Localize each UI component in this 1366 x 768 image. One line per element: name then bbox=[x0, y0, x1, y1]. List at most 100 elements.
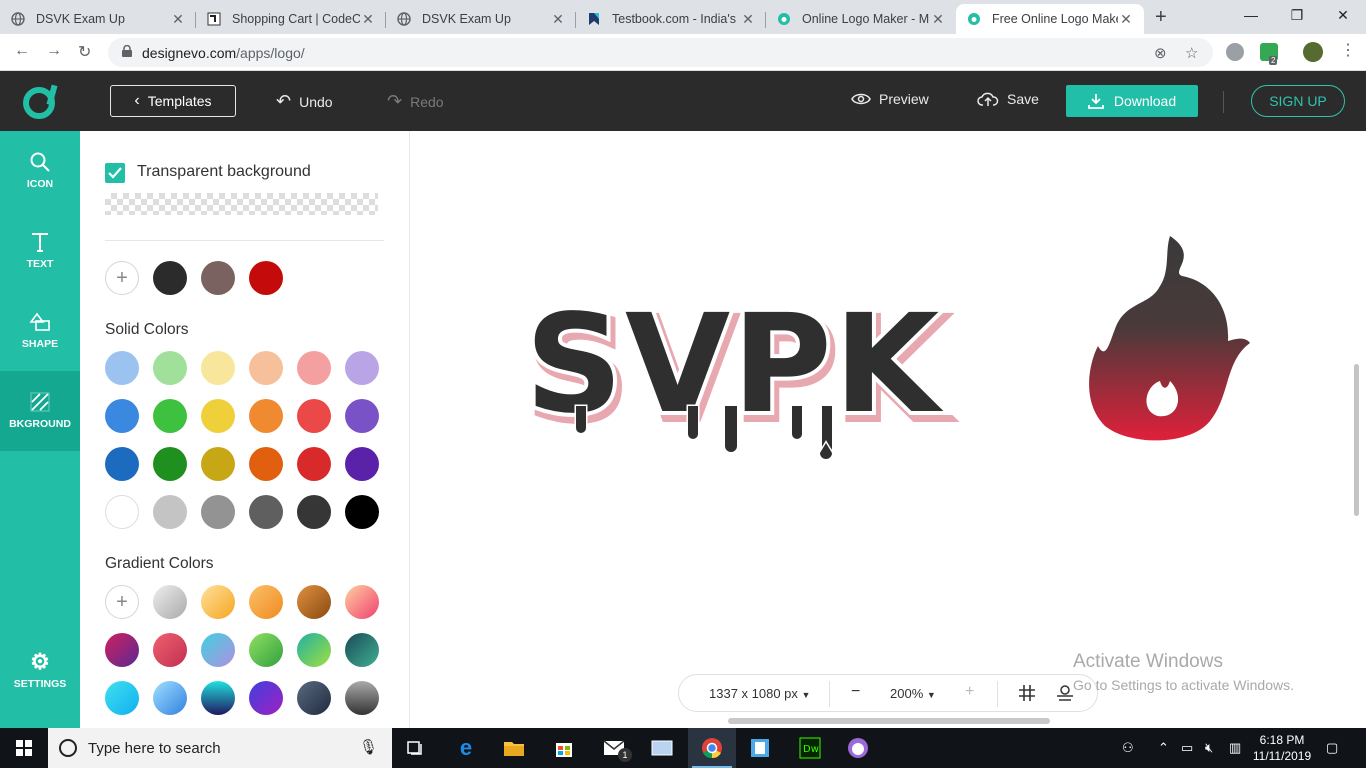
minimize-button[interactable]: — bbox=[1228, 0, 1274, 32]
solid-color-swatch[interactable] bbox=[297, 351, 331, 385]
browser-tab[interactable]: Online Logo Maker - M ✕ bbox=[766, 4, 956, 34]
align-icon[interactable] bbox=[1057, 685, 1073, 704]
gradient-swatch[interactable] bbox=[153, 585, 187, 619]
add-gradient-button[interactable]: + bbox=[105, 585, 139, 619]
app-icon[interactable] bbox=[736, 728, 784, 768]
templates-button[interactable]: ‹ Templates bbox=[110, 85, 236, 117]
horizontal-scrollbar[interactable] bbox=[728, 718, 1050, 724]
canvas-size-select[interactable]: 1337 x 1080 px ▼ bbox=[709, 686, 810, 701]
file-explorer-icon[interactable] bbox=[490, 728, 538, 768]
volume-icon[interactable]: 🔇︎ bbox=[1205, 740, 1213, 756]
design-canvas[interactable]: SVPK SVPK 1337 x 1080 px ▼ − 200% ▼ + bbox=[410, 131, 1366, 728]
preview-button[interactable]: Preview bbox=[851, 91, 929, 107]
close-icon[interactable]: ✕ bbox=[550, 11, 566, 28]
gradient-swatch[interactable] bbox=[249, 681, 283, 715]
reload-icon[interactable]: ↻ bbox=[78, 42, 91, 62]
rail-item-shape[interactable]: SHAPE bbox=[0, 291, 80, 371]
gradient-swatch[interactable] bbox=[345, 633, 379, 667]
browser-tab[interactable]: DSVK Exam Up ✕ bbox=[386, 4, 576, 34]
browser-tab[interactable]: DSVK Exam Up ✕ bbox=[0, 4, 196, 34]
recent-color-swatch[interactable] bbox=[153, 261, 187, 295]
gradient-swatch[interactable] bbox=[201, 633, 235, 667]
solid-color-swatch[interactable] bbox=[153, 447, 187, 481]
gradient-swatch[interactable] bbox=[345, 585, 379, 619]
solid-color-swatch[interactable] bbox=[345, 399, 379, 433]
extension-globe-icon[interactable] bbox=[1226, 43, 1244, 61]
mail-icon[interactable]: 1 bbox=[590, 728, 638, 768]
transparent-background-checkbox[interactable] bbox=[105, 163, 125, 183]
solid-color-swatch[interactable] bbox=[345, 447, 379, 481]
zoom-in-button[interactable]: + bbox=[965, 683, 974, 701]
solid-color-swatch[interactable] bbox=[105, 447, 139, 481]
solid-color-swatch[interactable] bbox=[297, 447, 331, 481]
solid-color-swatch[interactable] bbox=[249, 495, 283, 529]
people-icon[interactable]: ⚇ bbox=[1122, 740, 1134, 756]
close-icon[interactable]: ✕ bbox=[1118, 11, 1134, 28]
gradient-swatch[interactable] bbox=[105, 681, 139, 715]
microphone-icon[interactable]: 🎙 bbox=[359, 738, 378, 756]
gradient-swatch[interactable] bbox=[153, 633, 187, 667]
designevo-logo[interactable] bbox=[22, 83, 58, 119]
solid-color-swatch[interactable] bbox=[297, 495, 331, 529]
chevron-up-icon[interactable]: ⌃ bbox=[1158, 740, 1169, 756]
gradient-swatch[interactable] bbox=[153, 681, 187, 715]
solid-color-swatch[interactable] bbox=[201, 399, 235, 433]
rail-item-background[interactable]: BKGROUND bbox=[0, 371, 80, 451]
undo-button[interactable]: ↶ Undo bbox=[276, 91, 333, 112]
solid-color-swatch[interactable] bbox=[249, 447, 283, 481]
logo-artwork[interactable]: SVPK SVPK bbox=[510, 231, 1260, 471]
save-button[interactable]: Save bbox=[977, 91, 1039, 107]
solid-color-swatch[interactable] bbox=[201, 351, 235, 385]
start-button[interactable] bbox=[0, 728, 48, 768]
profile-avatar[interactable] bbox=[1303, 42, 1323, 62]
task-view-icon[interactable] bbox=[392, 728, 440, 768]
restore-button[interactable]: ❐ bbox=[1274, 0, 1320, 32]
solid-color-swatch[interactable] bbox=[201, 447, 235, 481]
browser-tab[interactable]: Shopping Cart | CodeCa ✕ bbox=[196, 4, 386, 34]
notification-icon[interactable]: ▢ bbox=[1326, 740, 1338, 756]
solid-color-swatch[interactable] bbox=[105, 495, 139, 529]
gradient-swatch[interactable] bbox=[297, 585, 331, 619]
blocked-cookie-icon[interactable]: ⊗ bbox=[1154, 44, 1167, 62]
battery-icon[interactable]: ▭ bbox=[1181, 740, 1193, 756]
solid-color-swatch[interactable] bbox=[105, 399, 139, 433]
solid-color-swatch[interactable] bbox=[249, 351, 283, 385]
address-bar[interactable]: designevo.com/apps/logo/ ⊗ ☆ bbox=[108, 38, 1213, 67]
system-clock[interactable]: 6:18 PM 11/11/2019 bbox=[1252, 732, 1312, 764]
network-app-icon[interactable] bbox=[638, 728, 686, 768]
chrome-icon[interactable] bbox=[688, 728, 736, 768]
download-button[interactable]: Download bbox=[1066, 85, 1198, 117]
cat-app-icon[interactable] bbox=[834, 728, 882, 768]
rail-item-text[interactable]: TEXT bbox=[0, 211, 80, 291]
gradient-swatch[interactable] bbox=[297, 633, 331, 667]
zoom-out-button[interactable]: − bbox=[851, 683, 860, 701]
forward-icon[interactable]: → bbox=[46, 42, 62, 60]
gradient-swatch[interactable] bbox=[249, 633, 283, 667]
solid-color-swatch[interactable] bbox=[153, 351, 187, 385]
gradient-swatch[interactable] bbox=[201, 681, 235, 715]
close-icon[interactable]: ✕ bbox=[930, 11, 946, 28]
solid-color-swatch[interactable] bbox=[297, 399, 331, 433]
recent-color-swatch[interactable] bbox=[249, 261, 283, 295]
solid-color-swatch[interactable] bbox=[249, 399, 283, 433]
back-icon[interactable]: ← bbox=[14, 42, 30, 60]
recent-color-swatch[interactable] bbox=[201, 261, 235, 295]
signup-button[interactable]: SIGN UP bbox=[1251, 85, 1345, 117]
close-icon[interactable]: ✕ bbox=[170, 11, 186, 28]
taskbar-search[interactable]: Type here to search 🎙 bbox=[48, 728, 392, 768]
add-custom-color-button[interactable]: + bbox=[105, 261, 139, 295]
browser-tab-active[interactable]: Free Online Logo Make ✕ bbox=[956, 4, 1144, 34]
rail-item-icon[interactable]: ICON bbox=[0, 131, 80, 211]
menu-icon[interactable]: ⋮ bbox=[1340, 40, 1356, 60]
solid-color-swatch[interactable] bbox=[105, 351, 139, 385]
solid-color-swatch[interactable] bbox=[201, 495, 235, 529]
gradient-swatch[interactable] bbox=[345, 681, 379, 715]
rail-item-settings[interactable]: ⚙ SETTINGS bbox=[0, 631, 80, 711]
new-tab-button[interactable]: + bbox=[1155, 6, 1167, 29]
bookmark-star-icon[interactable]: ☆ bbox=[1185, 44, 1198, 62]
browser-tab[interactable]: Testbook.com - India's I ✕ bbox=[576, 4, 766, 34]
redo-button[interactable]: ↷ Redo bbox=[387, 91, 444, 112]
close-window-button[interactable]: ✕ bbox=[1320, 0, 1366, 32]
zoom-select[interactable]: 200% ▼ bbox=[890, 686, 936, 701]
dreamweaver-icon[interactable]: Dw bbox=[786, 728, 834, 768]
